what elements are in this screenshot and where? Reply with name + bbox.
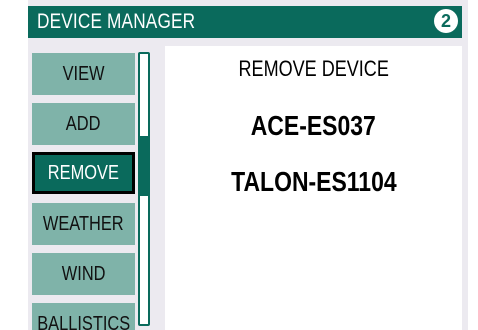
menu-item-label: REMOVE [47, 161, 120, 184]
menu-item-label: BALLISTICS [37, 312, 130, 330]
page-title: DEVICE MANAGER [37, 10, 196, 33]
content-panel: REMOVE DEVICE ACE-ES037 TALON-ES1104 [165, 46, 462, 330]
device-name: TALON-ES1104 [230, 166, 397, 197]
menu-item-label: WIND [61, 262, 106, 285]
menu-item-view[interactable]: VIEW [32, 53, 135, 95]
menu-scrollbar[interactable] [138, 52, 150, 326]
menu-item-add[interactable]: ADD [32, 103, 135, 145]
content-heading: REMOVE DEVICE [165, 56, 462, 82]
menu-item-weather[interactable]: WEATHER [32, 203, 135, 245]
menu-item-label: ADD [66, 112, 101, 135]
content-heading-text: REMOVE DEVICE [238, 56, 389, 81]
title-bar: DEVICE MANAGER 2 [28, 6, 462, 38]
menu-item-label: WEATHER [43, 212, 124, 235]
device-item[interactable]: TALON-ES1104 [165, 166, 462, 198]
menu-item-remove[interactable]: REMOVE [32, 152, 135, 194]
side-menu: VIEW ADD REMOVE WEATHER WIND BALLISTICS [28, 50, 140, 330]
scrollbar-thumb[interactable] [140, 136, 148, 196]
device-manager-screen: DEVICE MANAGER 2 VIEW ADD REMOVE WEATHER… [28, 0, 468, 330]
device-name: ACE-ES037 [250, 110, 377, 141]
menu-item-ballistics[interactable]: BALLISTICS [32, 303, 135, 330]
page-number-badge: 2 [434, 9, 458, 33]
device-item[interactable]: ACE-ES037 [165, 110, 462, 142]
menu-item-label: VIEW [62, 62, 105, 85]
menu-item-wind[interactable]: WIND [32, 253, 135, 295]
